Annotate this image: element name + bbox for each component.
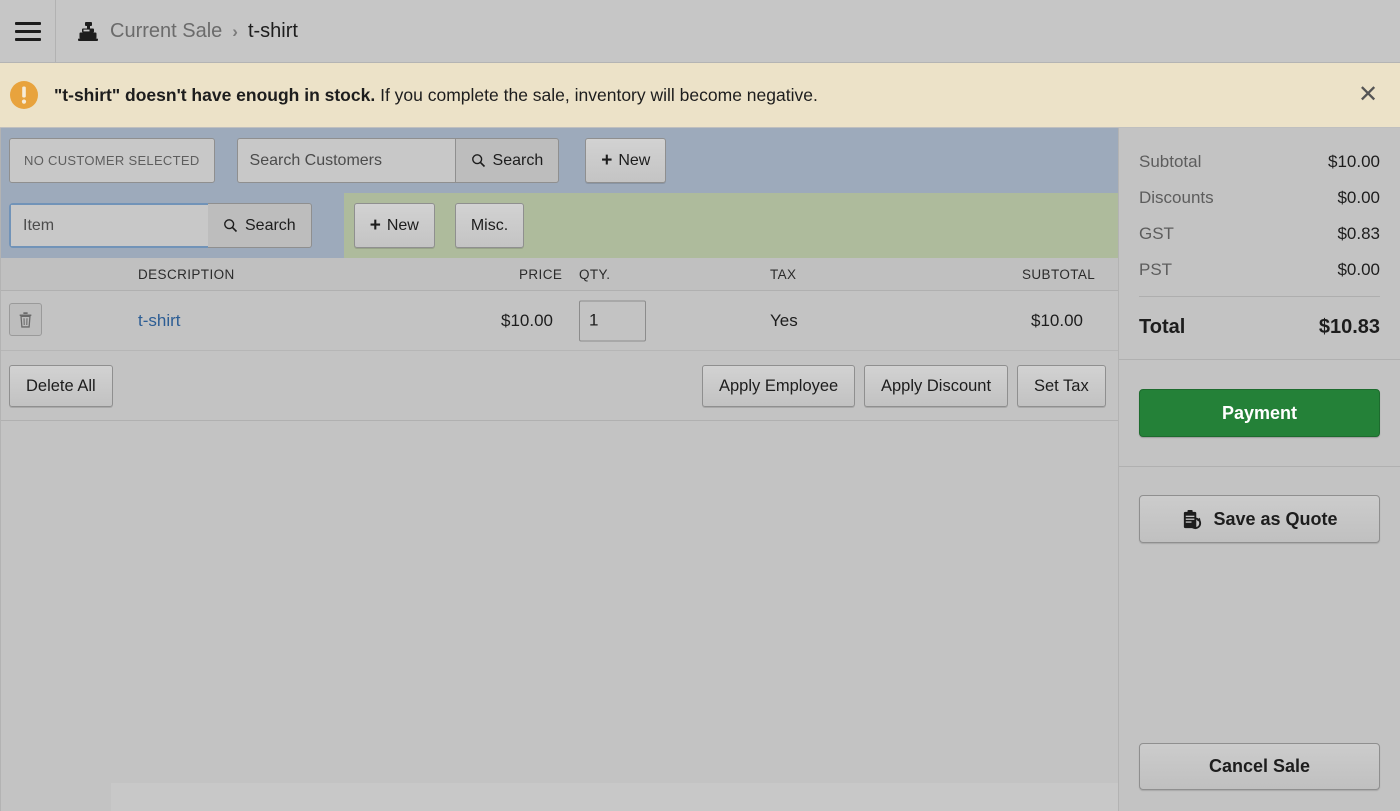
sale-summary-panel: Subtotal $10.00 Discounts $0.00 GST $0.8… [1118,128,1400,811]
new-item-button[interactable]: + New [354,203,435,248]
cart-actions-row: Delete All Apply Employee Apply Discount… [1,351,1118,421]
banner-message-normal: If you complete the sale, inventory will… [375,85,818,105]
breadcrumb: Current Sale › t-shirt [56,20,298,44]
totals-list: Subtotal $10.00 Discounts $0.00 GST $0.8… [1119,128,1400,359]
cash-register-icon [76,20,100,44]
new-customer-button[interactable]: + New [585,138,666,183]
plus-icon: + [370,216,381,235]
apply-employee-button[interactable]: Apply Employee [702,365,855,407]
item-toolbar-buttons: + New Misc. [354,203,524,248]
cart-item-subtotal: $10.00 [1031,311,1083,331]
subtotal-label: Subtotal [1139,152,1201,172]
item-search-input-wrapper [9,203,211,248]
customer-search-button-label: Search [493,152,544,170]
subtotal-value: $10.00 [1328,152,1380,172]
discounts-value: $0.00 [1337,188,1380,208]
save-as-quote-label: Save as Quote [1213,509,1337,530]
sale-main-area: NO CUSTOMER SELECTED Search + New [0,128,1118,811]
cart-table-header: DESCRIPTION PRICE QTY. TAX SUBTOTAL [1,258,1118,291]
top-header-bar: Current Sale › t-shirt [0,0,1400,63]
cart-item-name-link[interactable]: t-shirt [138,311,181,331]
item-search-button[interactable]: Search [208,203,312,248]
bottom-scroll-strip [111,783,1118,811]
total-row-gst: GST $0.83 [1139,224,1380,244]
magnifier-icon [223,218,238,233]
apply-discount-button[interactable]: Apply Discount [864,365,1008,407]
item-search-group: Search [9,203,312,248]
hamburger-menu-icon[interactable] [0,0,55,63]
delete-item-button[interactable] [9,303,42,336]
customer-search-button[interactable]: Search [455,138,560,183]
column-header-qty: QTY. [579,267,610,282]
total-row-subtotal: Subtotal $10.00 [1139,152,1380,172]
banner-message-bold: "t-shirt" doesn't have enough in stock. [54,85,375,105]
new-item-label: New [387,217,419,235]
no-customer-selected-badge[interactable]: NO CUSTOMER SELECTED [9,138,215,183]
banner-message: "t-shirt" doesn't have enough in stock. … [54,85,818,106]
cancel-section: Cancel Sale [1139,743,1380,790]
new-customer-label: New [618,152,650,170]
payment-section: Payment [1119,360,1400,466]
grand-total-row: Total $10.83 [1139,297,1380,359]
gst-label: GST [1139,224,1174,244]
table-row: t-shirt $10.00 Yes $10.00 [1,291,1118,351]
delete-all-button[interactable]: Delete All [9,365,113,407]
total-row-pst: PST $0.00 [1139,260,1380,280]
column-header-subtotal: SUBTOTAL [1022,267,1095,282]
misc-item-button[interactable]: Misc. [455,203,524,248]
customer-search-input[interactable] [237,138,455,183]
stock-warning-banner: "t-shirt" doesn't have enough in stock. … [0,63,1400,128]
breadcrumb-root[interactable]: Current Sale [110,20,222,43]
cart-item-price: $10.00 [501,311,553,331]
item-search-button-label: Search [245,217,296,235]
cart-item-qty-input[interactable] [579,300,646,341]
discounts-label: Discounts [1139,188,1214,208]
plus-icon: + [601,151,612,170]
payment-button[interactable]: Payment [1139,389,1380,437]
pst-value: $0.00 [1337,260,1380,280]
set-tax-button[interactable]: Set Tax [1017,365,1106,407]
customer-search-group: Search [237,138,560,183]
cart-item-tax: Yes [770,311,798,331]
empty-sale-canvas [1,491,1118,811]
gst-value: $0.83 [1337,224,1380,244]
misc-item-label: Misc. [471,217,508,235]
grand-total-value: $10.83 [1319,316,1380,339]
column-header-price: PRICE [519,267,562,282]
save-as-quote-button[interactable]: Save as Quote [1139,495,1380,543]
warning-exclamation-icon [8,79,40,111]
magnifier-icon [471,153,486,168]
column-header-tax: TAX [770,267,796,282]
close-icon[interactable]: ✕ [1354,81,1382,109]
trash-icon [18,311,33,328]
cancel-sale-button[interactable]: Cancel Sale [1139,743,1380,790]
item-toolbar: Search + New Misc. [1,193,1118,258]
clipboard-quote-icon [1181,509,1202,530]
column-header-description: DESCRIPTION [138,267,235,282]
item-search-input[interactable] [11,205,209,246]
breadcrumb-current: t-shirt [248,20,298,43]
grand-total-label: Total [1139,316,1185,339]
total-row-discounts: Discounts $0.00 [1139,188,1380,208]
quote-section: Save as Quote [1119,467,1400,543]
customer-toolbar: NO CUSTOMER SELECTED Search + New [1,128,1118,193]
pst-label: PST [1139,260,1172,280]
chevron-right-icon: › [232,22,238,42]
